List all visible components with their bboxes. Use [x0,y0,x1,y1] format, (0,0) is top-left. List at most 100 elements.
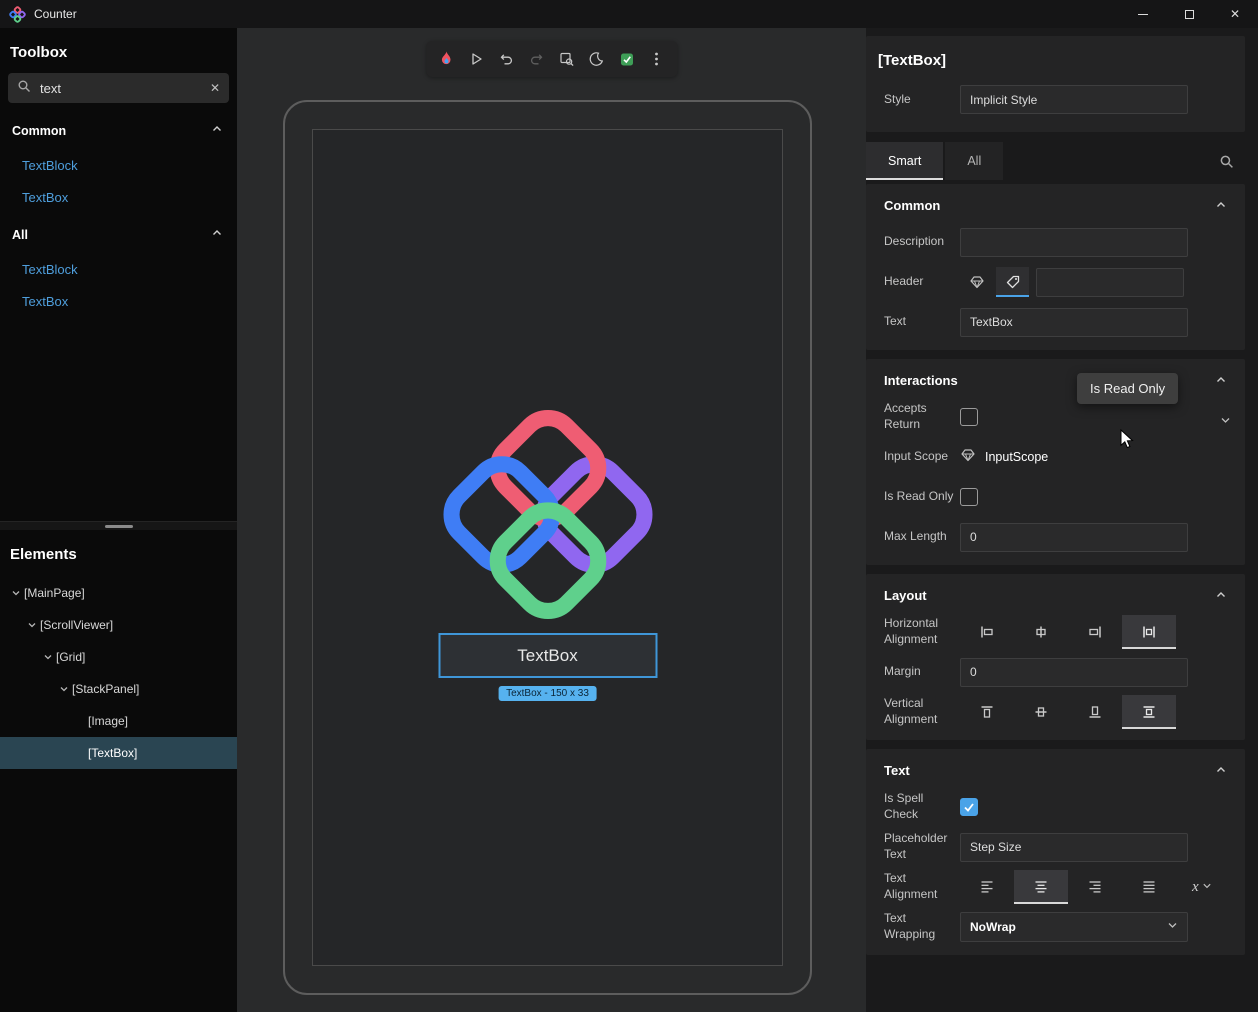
validate-check-icon[interactable] [613,46,640,73]
redo-button[interactable] [523,46,550,73]
toolbox-search[interactable]: ✕ [8,73,229,103]
chevron-down-icon[interactable] [24,620,40,630]
collapse-chevron-icon[interactable] [1209,583,1233,607]
collapse-chevron-icon[interactable] [1209,193,1233,217]
text-align-center-icon[interactable] [1014,870,1068,904]
tree-item-grid[interactable]: [Grid] [0,641,237,673]
section-interactions: Is Read Only Interactions Accepts Return… [866,359,1245,565]
left-sidebar: Toolbox ✕ Common TextBlock TextBox All [0,28,237,1012]
text-wrapping-select[interactable]: NoWrap [960,912,1188,942]
margin-input[interactable] [960,658,1188,687]
is-spell-check-label: Is Spell Check [884,791,960,822]
align-bottom-icon[interactable] [1068,695,1122,729]
chevron-down-icon[interactable] [8,588,24,598]
chevron-up-icon [211,122,223,140]
text-input[interactable] [960,308,1188,337]
chevron-down-icon[interactable] [56,684,72,694]
tab-smart[interactable]: Smart [866,142,943,180]
section-title: Text [884,763,1209,778]
text-alignment-label: Text Alignment [884,871,960,902]
accepts-return-checkbox[interactable] [960,408,978,426]
device-screen[interactable]: TextBox TextBox - 150 x 33 [312,129,783,966]
collapse-chevron-icon[interactable] [1209,368,1233,392]
search-icon [17,79,31,98]
align-top-icon[interactable] [960,695,1014,729]
clear-search-icon[interactable]: ✕ [210,81,220,95]
tab-all[interactable]: All [945,142,1003,180]
elements-title: Elements [0,530,237,573]
binding-gem-icon[interactable] [960,267,993,297]
play-button[interactable] [463,46,490,73]
max-length-row: Max Length [884,517,1233,557]
horizontal-alignment-row: Horizontal Alignment [884,612,1233,652]
placeholder-text-input[interactable] [960,833,1188,862]
align-stretch-vertical-icon[interactable] [1122,695,1176,729]
text-align-right-icon[interactable] [1068,870,1122,904]
align-right-icon[interactable] [1068,615,1122,649]
design-canvas[interactable]: TextBox TextBox - 150 x 33 [237,28,866,1012]
accepts-return-label: Accepts Return [884,401,960,432]
tree-item-stackpanel[interactable]: [StackPanel] [0,673,237,705]
collapse-chevron-icon[interactable] [1209,758,1233,782]
more-options-icon[interactable] [643,46,670,73]
tree-item-mainpage[interactable]: [MainPage] [0,577,237,609]
text-alignment-group [960,870,1176,904]
binding-gem-icon[interactable] [960,447,976,468]
toolbox-item-textblock[interactable]: TextBlock [0,253,237,285]
tree-item-scrollviewer[interactable]: [ScrollViewer] [0,609,237,641]
vertical-alignment-label: Vertical Alignment [884,696,960,727]
panel-splitter[interactable] [0,521,237,530]
toolbox-search-input[interactable] [40,81,201,96]
text-align-justify-icon[interactable] [1122,870,1176,904]
align-center-horizontal-icon[interactable] [1014,615,1068,649]
size-badge: TextBox - 150 x 33 [498,686,597,701]
text-alignment-advanced[interactable]: x [1192,878,1212,896]
description-label: Description [884,234,960,250]
hot-reload-flame-icon[interactable] [433,46,460,73]
app-logo-image [435,402,660,632]
placeholder-text-label: Placeholder Text [884,831,960,862]
toolbox-item-textbox[interactable]: TextBox [0,285,237,317]
align-left-icon[interactable] [960,615,1014,649]
text-align-left-icon[interactable] [960,870,1014,904]
inspect-element-icon[interactable] [553,46,580,73]
theme-toggle-icon[interactable] [583,46,610,73]
description-input[interactable] [960,228,1188,257]
toolbox-item-textblock[interactable]: TextBlock [0,149,237,181]
chevron-down-icon[interactable] [40,652,56,662]
toolbox-item-textbox[interactable]: TextBox [0,181,237,213]
is-spell-check-checkbox[interactable] [960,798,978,816]
window-title: Counter [34,7,77,21]
properties-search-icon[interactable] [1211,146,1241,176]
is-read-only-checkbox[interactable] [960,488,978,506]
selected-textbox-element[interactable]: TextBox [438,633,657,678]
text-wrapping-label: Text Wrapping [884,911,960,942]
toolbox-title: Toolbox [0,28,237,71]
toolbox-section-all[interactable]: All [0,213,237,253]
minimize-button[interactable] [1120,0,1166,28]
selection-header-card: [TextBox] Style [866,36,1245,132]
input-scope-value[interactable]: InputScope [985,450,1048,464]
header-input[interactable] [1036,268,1184,297]
minimize-icon [1138,14,1148,15]
expander-chevron-icon[interactable] [1220,413,1231,431]
align-stretch-horizontal-icon[interactable] [1122,615,1176,649]
tag-icon[interactable] [996,267,1029,297]
chevron-down-icon [1202,878,1212,896]
tree-item-image[interactable]: [Image] [0,705,237,737]
text-row: Text [884,302,1233,342]
maximize-button[interactable] [1166,0,1212,28]
text-wrapping-row: Text Wrapping NoWrap [884,907,1233,947]
tree-item-label: [MainPage] [24,586,85,600]
undo-button[interactable] [493,46,520,73]
section-label: Common [12,124,66,138]
tree-item-label: [TextBox] [88,746,137,760]
section-label: All [12,228,28,242]
align-center-vertical-icon[interactable] [1014,695,1068,729]
toolbox-section-common[interactable]: Common [0,109,237,149]
style-input[interactable] [960,85,1188,114]
close-button[interactable]: ✕ [1212,0,1258,28]
max-length-input[interactable] [960,523,1188,552]
is-read-only-row: Is Read Only [884,477,1233,517]
tree-item-textbox[interactable]: [TextBox] [0,737,237,769]
